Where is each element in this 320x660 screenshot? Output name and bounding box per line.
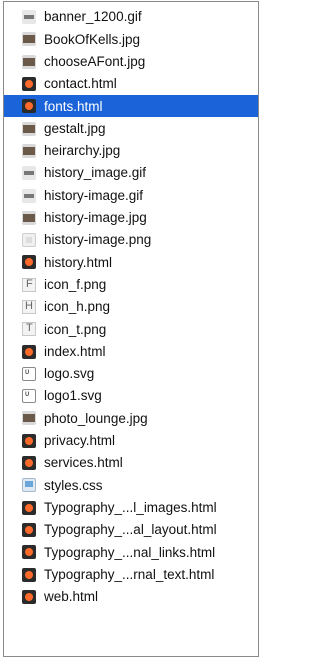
file-name: banner_1200.gif: [44, 9, 142, 25]
file-row[interactable]: history-image.gif: [4, 184, 258, 206]
file-row[interactable]: history.html: [4, 251, 258, 273]
file-row[interactable]: Typography_...al_layout.html: [4, 519, 258, 541]
jpg-file-icon: [22, 54, 36, 69]
jpg-file-icon: [22, 143, 36, 158]
file-row[interactable]: gestalt.jpg: [4, 117, 258, 139]
file-name: index.html: [44, 343, 106, 359]
file-row[interactable]: chooseAFont.jpg: [4, 51, 258, 73]
file-name: fonts.html: [44, 98, 103, 114]
html-file-icon: [22, 99, 36, 114]
file-row[interactable]: banner_1200.gif: [4, 6, 258, 28]
file-name: history.html: [44, 254, 113, 270]
gif-file-icon: [22, 10, 36, 25]
file-list-panel: banner_1200.gif BookOfKells.jpg chooseAFon…: [3, 1, 259, 657]
file-name: icon_h.png: [44, 299, 111, 315]
png-file-icon: [22, 322, 36, 337]
html-file-icon: [22, 545, 36, 560]
file-name: history-image.gif: [44, 187, 144, 203]
file-name: services.html: [44, 455, 123, 471]
file-list: banner_1200.gif BookOfKells.jpg chooseAFon…: [4, 6, 258, 608]
file-row[interactable]: logo1.svg: [4, 385, 258, 407]
file-name: Typography_...al_layout.html: [44, 522, 217, 538]
html-file-icon: [22, 522, 36, 537]
file-name: Typography_...rnal_text.html: [44, 566, 215, 582]
jpg-file-icon: [22, 121, 36, 136]
jpg-file-icon: [22, 411, 36, 426]
file-name: history-image.jpg: [44, 210, 147, 226]
file-name: logo1.svg: [44, 388, 102, 404]
svg-file-icon: [22, 388, 36, 404]
jpg-file-icon: [22, 210, 36, 225]
file-name: logo.svg: [44, 366, 95, 382]
html-file-icon: [22, 255, 36, 270]
file-name: history_image.gif: [44, 165, 147, 181]
file-row[interactable]: Typography_...l_images.html: [4, 497, 258, 519]
html-file-icon: [22, 456, 36, 471]
file-row[interactable]: icon_h.png: [4, 296, 258, 318]
file-name: styles.css: [44, 477, 103, 493]
file-name: BookOfKells.jpg: [44, 31, 141, 47]
svg-file-icon: [22, 366, 36, 381]
file-name: heirarchy.jpg: [44, 143, 121, 159]
html-file-icon: [22, 77, 36, 92]
gif-file-icon: [22, 188, 36, 203]
png-file-icon: [22, 300, 36, 314]
html-file-icon: [22, 567, 36, 582]
file-name: icon_t.png: [44, 321, 107, 337]
file-name: gestalt.jpg: [44, 120, 106, 136]
file-row[interactable]: icon_t.png: [4, 318, 258, 340]
file-name: photo_lounge.jpg: [44, 410, 148, 426]
html-file-icon: [22, 500, 36, 515]
file-row[interactable]: heirarchy.jpg: [4, 140, 258, 162]
file-row[interactable]: icon_f.png: [4, 274, 258, 296]
file-row[interactable]: fonts.html: [4, 95, 258, 118]
png-file-icon: [22, 233, 36, 248]
file-row[interactable]: contact.html: [4, 73, 258, 95]
file-row[interactable]: index.html: [4, 340, 258, 362]
jpg-file-icon: [22, 32, 36, 47]
file-row[interactable]: styles.css: [4, 474, 258, 496]
file-name: privacy.html: [44, 433, 116, 449]
file-name: icon_f.png: [44, 276, 107, 292]
file-name: contact.html: [44, 76, 117, 92]
file-row[interactable]: history-image.png: [4, 229, 258, 251]
css-file-icon: [22, 478, 36, 493]
file-name: chooseAFont.jpg: [44, 53, 146, 69]
html-file-icon: [22, 344, 36, 359]
html-file-icon: [22, 433, 36, 448]
file-row[interactable]: web.html: [4, 586, 258, 608]
file-name: history-image.png: [44, 232, 152, 248]
file-row[interactable]: logo.svg: [4, 363, 258, 385]
html-file-icon: [22, 589, 36, 604]
gif-file-icon: [22, 166, 36, 181]
file-name: Typography_...nal_links.html: [44, 544, 216, 560]
file-row[interactable]: Typography_...rnal_text.html: [4, 563, 258, 585]
file-row[interactable]: photo_lounge.jpg: [4, 407, 258, 429]
file-name: web.html: [44, 589, 99, 605]
file-row[interactable]: services.html: [4, 452, 258, 474]
file-name: Typography_...l_images.html: [44, 499, 217, 515]
file-row[interactable]: history-image.jpg: [4, 207, 258, 229]
file-row[interactable]: history_image.gif: [4, 162, 258, 184]
file-row[interactable]: Typography_...nal_links.html: [4, 541, 258, 563]
file-row[interactable]: BookOfKells.jpg: [4, 28, 258, 50]
file-row[interactable]: privacy.html: [4, 430, 258, 452]
png-file-icon: [22, 277, 36, 292]
